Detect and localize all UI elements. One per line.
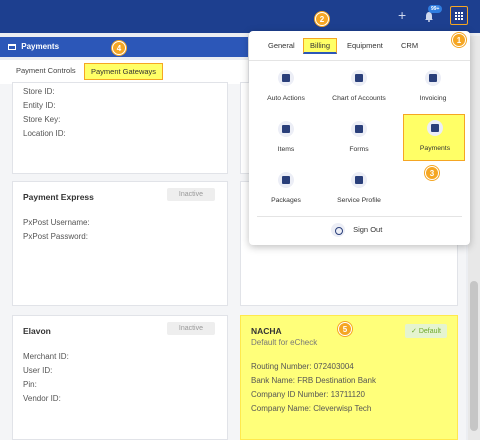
field-label: Entity ID: xyxy=(23,101,56,110)
tab-payment-gateways[interactable]: Payment Gateways xyxy=(84,63,164,80)
menu-item-label: Invoicing xyxy=(419,95,447,102)
app-menu-dropdown: General Billing Equipment CRM Auto Actio… xyxy=(249,31,470,245)
status-toggle[interactable]: Inactive xyxy=(166,188,215,201)
card-title: Payment Express xyxy=(23,192,94,202)
menu-item-label: Chart of Accounts xyxy=(332,95,386,102)
menu-item-packages[interactable]: Packages xyxy=(251,167,321,215)
payments-icon xyxy=(8,44,16,50)
divider xyxy=(257,216,462,217)
card-title: Elavon xyxy=(23,326,51,336)
menu-item-label: Forms xyxy=(349,146,369,153)
power-icon xyxy=(331,223,345,237)
annotation-marker: 4 xyxy=(112,41,126,55)
apps-grid-icon xyxy=(455,11,463,20)
check-icon: ✓ xyxy=(410,328,417,335)
menu-item-payments[interactable]: Payments xyxy=(403,114,465,161)
field-label: PxPost Password: xyxy=(23,232,88,241)
menu-item-invoicing[interactable]: Invoicing xyxy=(398,65,468,113)
annotation-marker: 1 xyxy=(452,33,466,47)
panel-title: Payments xyxy=(21,42,60,51)
card-title: NACHA xyxy=(251,326,282,336)
settings-icon xyxy=(351,172,367,188)
payment-card-icon xyxy=(427,120,443,136)
document-icon xyxy=(425,70,441,86)
card-subtitle: Default for eCheck xyxy=(251,338,318,347)
tab-billing[interactable]: Billing xyxy=(303,38,338,54)
field-label: Store Key: xyxy=(23,115,61,124)
sign-out-label: Sign Out xyxy=(353,224,383,234)
annotation-marker: 2 xyxy=(315,12,329,26)
gateway-card-payment-express: Payment Express Inactive PxPost Username… xyxy=(12,181,228,306)
default-label: Default xyxy=(418,328,441,335)
field-label: PxPost Username: xyxy=(23,218,90,227)
annotation-marker: 3 xyxy=(425,166,439,180)
add-icon[interactable]: + xyxy=(398,8,406,22)
menu-item-label: Items xyxy=(277,146,295,153)
menu-item-label: Packages xyxy=(271,197,301,204)
field-label: Vendor ID: xyxy=(23,394,61,403)
menu-item-label: Service Profile xyxy=(337,197,381,204)
sign-out-button[interactable]: Sign Out xyxy=(331,223,382,237)
list-icon xyxy=(351,121,367,137)
menu-item-chart-of-accounts[interactable]: Chart of Accounts xyxy=(324,65,394,113)
notification-badge: 99+ xyxy=(428,5,443,13)
field-label: Location ID: xyxy=(23,129,66,138)
menu-item-auto-actions[interactable]: Auto Actions xyxy=(251,65,321,113)
waveform-icon xyxy=(278,70,294,86)
hierarchy-icon xyxy=(351,70,367,86)
payment-tabs: Payment Controls Payment Gateways xyxy=(0,60,248,84)
default-badge: ✓ Default xyxy=(404,324,447,338)
divider xyxy=(249,60,470,61)
gateway-card-elavon: Elavon Inactive Merchant ID: User ID: Pi… xyxy=(12,315,228,440)
menu-item-label: Auto Actions xyxy=(267,95,305,102)
scrollbar-thumb[interactable] xyxy=(470,281,478,431)
menu-item-service-profile[interactable]: Service Profile xyxy=(324,167,394,215)
field-label: Merchant ID: xyxy=(23,352,69,361)
annotation-marker: 5 xyxy=(338,322,352,336)
field-value: Bank Name: FRB Destination Bank xyxy=(251,376,376,385)
menu-item-items[interactable]: Items xyxy=(251,116,321,164)
field-value: Routing Number: 072403004 xyxy=(251,362,354,371)
layers-icon xyxy=(278,172,294,188)
tab-crm[interactable]: CRM xyxy=(401,41,418,50)
printer-icon xyxy=(278,121,294,137)
app-menu-button[interactable] xyxy=(450,6,468,25)
tab-general[interactable]: General xyxy=(268,41,295,50)
field-label: User ID: xyxy=(23,366,53,375)
gateway-card: Store ID: Entity ID: Store Key: Location… xyxy=(12,82,228,174)
field-value: Company Name: Cleverwisp Tech xyxy=(251,404,372,413)
field-value: Company ID Number: 13711120 xyxy=(251,390,365,399)
menu-item-forms[interactable]: Forms xyxy=(324,116,394,164)
field-label: Store ID: xyxy=(23,87,55,96)
field-label: Pin: xyxy=(23,380,37,389)
status-toggle[interactable]: Inactive xyxy=(166,322,215,335)
tab-equipment[interactable]: Equipment xyxy=(347,41,383,50)
top-bar: + 99+ xyxy=(0,0,480,33)
tab-payment-controls[interactable]: Payment Controls xyxy=(16,66,76,75)
menu-item-label: Payments xyxy=(419,145,451,152)
